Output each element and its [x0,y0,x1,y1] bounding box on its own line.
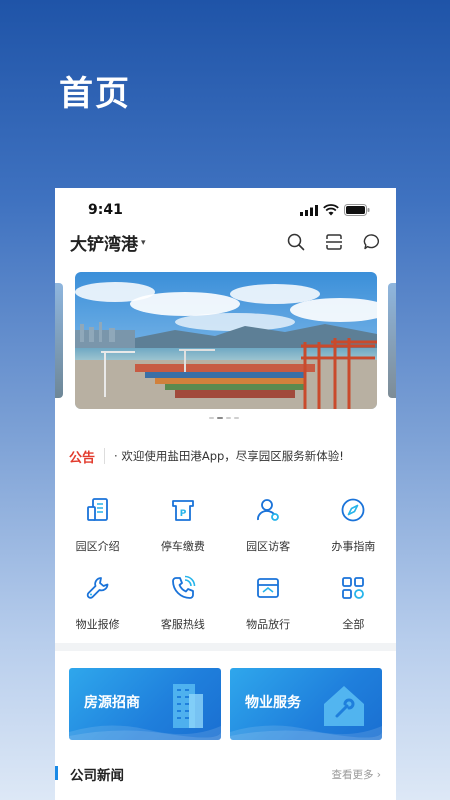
section-divider [55,643,396,651]
card-wave [230,725,382,740]
card-property-leasing[interactable]: 房源招商 [69,668,221,740]
grid-all-icon [339,574,367,602]
section-accent-bar [55,766,58,780]
service-guide[interactable]: 办事指南 [311,492,396,570]
service-park-visitor[interactable]: 园区访客 [226,492,311,570]
feature-cards: 房源招商 物业服务 [69,668,382,740]
notice-divider [104,448,106,464]
card-label: 房源招商 [84,695,140,711]
service-label: 停车缴费 [160,540,205,553]
scan-icon[interactable] [324,232,344,252]
signal-icon [300,204,318,216]
promo-title: 首页 [59,74,131,114]
carousel-indicator [209,417,239,419]
service-label: 园区介绍 [75,540,120,553]
port-banner-image[interactable] [75,272,377,409]
message-icon[interactable] [362,232,382,252]
service-label: 物品放行 [246,618,291,631]
battery-icon [344,204,370,216]
phone-icon [169,574,197,602]
service-label: 园区访客 [246,540,291,553]
service-all[interactable]: 全部 [311,570,396,648]
top-bar: 大铲湾港 ▾ [55,226,396,258]
top-actions [286,232,382,252]
service-label: 物业报修 [75,618,120,631]
view-more-link[interactable]: 查看更多 › [331,767,381,782]
svg-text:P: P [180,509,187,519]
banner-carousel[interactable] [55,272,396,412]
search-icon[interactable] [286,232,306,252]
visitor-icon [254,496,282,524]
parking-ticket-icon: P [169,496,197,524]
building-doc-icon [84,496,112,524]
status-time: 9:41 [88,202,123,218]
box-release-icon [254,574,282,602]
news-title: 公司新闻 [70,768,124,784]
service-label: 客服热线 [160,618,205,631]
service-row: 园区介绍 P 停车缴费 园区访客 办事指南 [55,492,396,570]
card-wave [69,725,221,740]
banner-prev-peek [55,283,63,398]
service-label: 办事指南 [331,540,376,553]
service-parking-fee[interactable]: P 停车缴费 [140,492,225,570]
notice-text: · 欢迎使用盐田港App，尽享园区服务新体验! [114,449,344,463]
service-label: 全部 [342,618,365,631]
carousel-dot [209,417,214,419]
status-icons [300,204,370,216]
wifi-icon [323,204,339,216]
phone-screen: 9:41 大铲湾港 ▾ 公告 · 欢迎使用盐田港App，尽享园区服务新体验! 园… [55,188,396,800]
service-item-release[interactable]: 物品放行 [226,570,311,648]
banner-next-peek [388,283,396,398]
service-park-intro[interactable]: 园区介绍 [55,492,140,570]
service-row: 物业报修 客服热线 物品放行 全部 [55,570,396,648]
news-section-header: 公司新闻 查看更多 › [55,762,396,788]
compass-icon [339,496,367,524]
chevron-down-icon: ▾ [141,237,146,248]
wrench-icon [84,574,112,602]
service-repair[interactable]: 物业报修 [55,570,140,648]
carousel-dot-active [217,417,223,419]
card-property-service[interactable]: 物业服务 [230,668,382,740]
service-hotline[interactable]: 客服热线 [140,570,225,648]
carousel-dot [226,417,231,419]
card-label: 物业服务 [245,695,301,711]
notice-tag: 公告 [69,450,96,466]
location-selector[interactable]: 大铲湾港 ▾ [70,230,146,255]
service-grid: 园区介绍 P 停车缴费 园区访客 办事指南 物业报修 客服热线 物品放行 全部 [55,492,396,648]
location-name: 大铲湾港 [70,235,138,255]
status-bar: 9:41 [55,188,396,226]
notice-bar[interactable]: 公告 · 欢迎使用盐田港App，尽享园区服务新体验! [55,442,396,470]
carousel-dot [234,417,239,419]
